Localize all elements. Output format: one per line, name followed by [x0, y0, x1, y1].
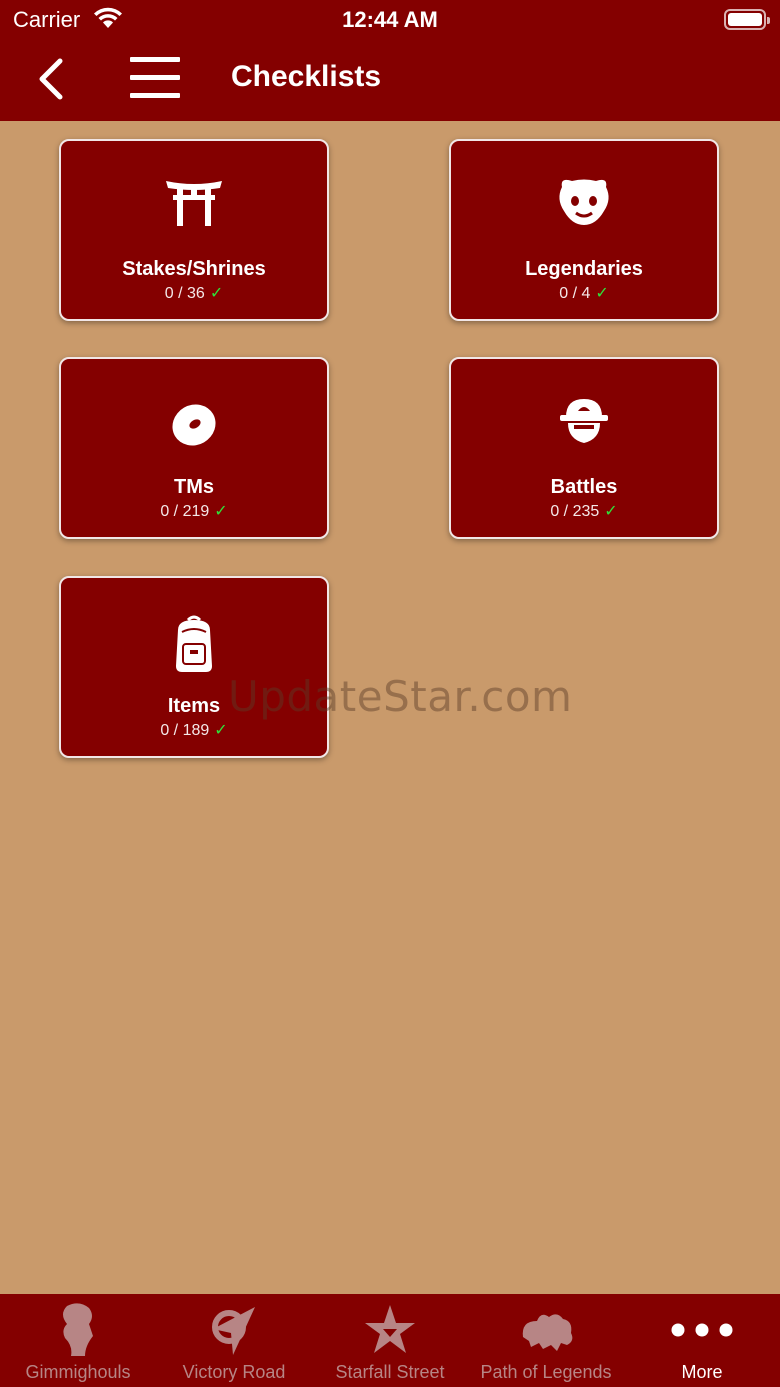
tab-label: Gimmighouls [25, 1362, 131, 1382]
hamburger-menu-button[interactable] [128, 57, 182, 101]
tab-label: More [681, 1362, 723, 1382]
victory-road-icon [212, 1307, 255, 1355]
more-dots-icon [671, 1323, 733, 1337]
tab-label: Victory Road [182, 1362, 286, 1382]
card-count: 0 / 4 ✓ [559, 285, 609, 302]
tab-bar: Gimmighouls Victory Road Starfall Street… [0, 1294, 780, 1387]
gimmighoul-icon [63, 1303, 93, 1356]
legendary-pokemon-icon [559, 179, 609, 225]
disc-icon [172, 404, 216, 446]
tab-label: Path of Legends [480, 1362, 612, 1382]
card-label: Legendaries [525, 258, 643, 280]
checkmark-icon: ✓ [595, 285, 609, 302]
checklist-card-battles[interactable]: Battles 0 / 235 ✓ [449, 357, 719, 539]
card-label: Battles [550, 476, 618, 498]
tab-more[interactable]: More [624, 1294, 780, 1387]
card-label: Stakes/Shrines [122, 258, 266, 280]
page-title: Checklists [231, 60, 382, 93]
tab-path-of-legends[interactable]: Path of Legends [468, 1294, 624, 1387]
tab-victory-road[interactable]: Victory Road [156, 1294, 312, 1387]
card-count: 0 / 36 ✓ [164, 285, 224, 302]
card-count: 0 / 235 ✓ [550, 503, 618, 520]
status-time: 12:44 AM [342, 7, 438, 32]
card-count: 0 / 219 ✓ [160, 503, 228, 520]
card-label: TMs [174, 476, 214, 498]
top-bar: Carrier 12:44 AM Checklists [0, 0, 780, 121]
status-bar: Carrier 12:44 AM [0, 0, 780, 40]
checkmark-icon: ✓ [214, 503, 228, 520]
checkmark-icon: ✓ [209, 285, 224, 302]
tab-label: Starfall Street [335, 1362, 445, 1382]
torii-gate-icon [166, 181, 222, 226]
back-button[interactable] [34, 57, 70, 101]
tab-starfall-street[interactable]: Starfall Street [312, 1294, 468, 1387]
watermark: UpdateStar.com [228, 672, 573, 721]
tab-gimmighouls[interactable]: Gimmighouls [0, 1294, 156, 1387]
checkmark-icon: ✓ [214, 722, 228, 739]
battery-icon [724, 9, 770, 30]
backpack-icon [176, 615, 212, 672]
navigation-bar: Checklists [0, 40, 780, 121]
checklist-card-items[interactable]: Items 0 / 189 ✓ [59, 576, 329, 758]
card-count: 0 / 189 ✓ [160, 722, 228, 739]
checklist-card-legendaries[interactable]: Legendaries 0 / 4 ✓ [449, 139, 719, 321]
checklist-card-stakes-shrines[interactable]: Stakes/Shrines 0 / 36 ✓ [59, 139, 329, 321]
path-of-legends-icon [522, 1314, 573, 1351]
trainer-icon [560, 399, 608, 443]
checklist-card-tms[interactable]: TMs 0 / 219 ✓ [59, 357, 329, 539]
checkmark-icon: ✓ [604, 503, 618, 520]
starfall-street-icon [365, 1305, 415, 1353]
